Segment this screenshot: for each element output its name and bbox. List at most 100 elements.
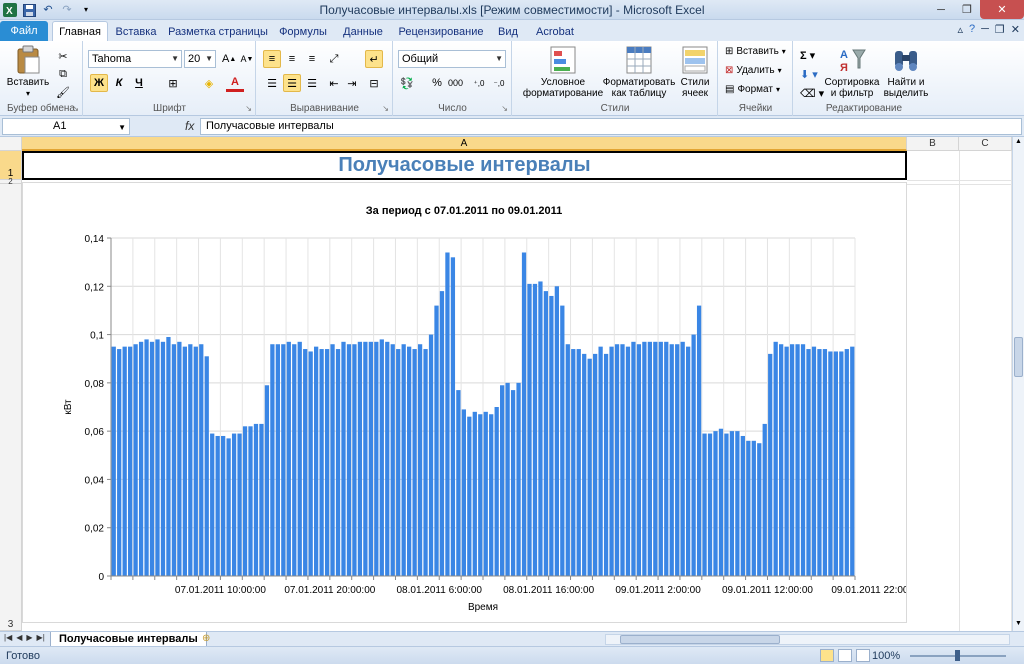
tab-insert[interactable]: Вставка [112, 23, 160, 41]
tab-review[interactable]: Рецензирование [396, 23, 486, 41]
tab-formulas[interactable]: Формулы [276, 23, 330, 41]
thousands-button[interactable]: 000 [446, 74, 465, 92]
ribbon-right-icons: ▵ ? ─ ❐ ✕ [957, 23, 1020, 36]
prev-sheet-icon[interactable]: ◀ [16, 633, 22, 642]
tab-file[interactable]: Файл [0, 21, 48, 41]
delete-cells-icon: ⊠ [725, 65, 734, 76]
zoom-slider-thumb[interactable] [955, 650, 960, 661]
doc-restore-icon[interactable]: ❐ [995, 23, 1005, 36]
bar [281, 344, 286, 576]
restore-button[interactable]: ❐ [954, 0, 980, 19]
cell-a1-title[interactable]: Получасовые интервалы [22, 151, 907, 180]
insert-cells-button[interactable]: ⊞ Вставить ▾ [725, 46, 786, 57]
page-break-view-icon[interactable] [856, 649, 870, 662]
autosum-icon[interactable]: Σ ▾ [798, 46, 817, 64]
worksheet-grid[interactable]: A B C 1 2 3 Получасовые интервалы За пер… [0, 137, 1024, 631]
y-tick-label: 0,06 [85, 427, 105, 438]
font-name-value: Tahoma [92, 53, 132, 65]
decrease-decimal-icon[interactable]: ⁻,0 [490, 74, 508, 92]
normal-view-icon[interactable] [820, 649, 834, 662]
format-cells-button[interactable]: ▤ Формат ▾ [725, 84, 780, 95]
vertical-scrollbar[interactable]: ▲ ▼ [1012, 137, 1024, 631]
delete-cells-button[interactable]: ⊠ Удалить ▾ [725, 65, 782, 76]
grow-font-icon[interactable]: A ▲ [220, 50, 238, 68]
increase-indent-icon[interactable]: ⇥ [343, 74, 361, 92]
increase-decimal-icon[interactable]: ⁺,0 [470, 74, 488, 92]
horizontal-scrollbar[interactable] [605, 634, 1010, 645]
row-header-3[interactable]: 3 [0, 184, 22, 631]
column-header-a[interactable]: A [22, 137, 907, 151]
first-sheet-icon[interactable]: |◀ [4, 633, 12, 642]
fill-icon[interactable]: ⬇ ▾ [798, 65, 820, 83]
align-left-icon[interactable]: ☰ [263, 74, 281, 92]
doc-minimize-icon[interactable]: ─ [981, 23, 989, 36]
minimize-button[interactable]: ─ [928, 0, 954, 19]
fill-color-icon[interactable]: ◈ [200, 74, 218, 92]
next-sheet-icon[interactable]: ▶ [26, 633, 32, 642]
column-header-c[interactable]: C [959, 137, 1012, 151]
row-header-1[interactable]: 1 [0, 151, 22, 180]
copy-icon[interactable]: ⧉ [54, 65, 72, 83]
horizontal-scroll-thumb[interactable] [620, 635, 780, 644]
column-header-b[interactable]: B [907, 137, 959, 151]
conditional-formatting-button[interactable]: Условное форматирование [523, 45, 603, 99]
shrink-font-icon[interactable]: A ▼ [238, 50, 256, 68]
chart[interactable]: За период с 07.01.2011 по 09.01.2011 0 0,… [22, 182, 923, 623]
format-painter-icon[interactable]: 🖌 [54, 83, 72, 101]
align-top-icon[interactable]: ≡ [263, 50, 281, 68]
last-sheet-icon[interactable]: ▶| [37, 633, 45, 642]
scroll-up-icon[interactable]: ▲ [1014, 138, 1023, 147]
name-box[interactable]: A1 ▼ [2, 118, 130, 135]
decrease-indent-icon[interactable]: ⇤ [325, 74, 343, 92]
formula-input[interactable]: Получасовые интервалы [200, 118, 1022, 135]
bar [231, 433, 237, 576]
insert-function-icon[interactable]: fx [185, 119, 194, 133]
font-name-combo[interactable]: Tahoma ▼ [88, 50, 182, 68]
underline-button[interactable]: Ч [130, 74, 148, 92]
number-format-combo[interactable]: Общий ▼ [398, 50, 506, 68]
tab-view[interactable]: Вид [494, 23, 522, 41]
font-color-icon[interactable]: A [226, 74, 244, 92]
bar [707, 433, 713, 576]
scroll-down-icon[interactable]: ▼ [1014, 620, 1023, 629]
cell-styles-button[interactable]: Стили ячеек [675, 45, 715, 99]
font-launcher-icon[interactable]: ↘ [245, 104, 252, 113]
sheet-tab[interactable]: Получасовые интервалы [50, 632, 207, 647]
number-launcher-icon[interactable]: ↘ [501, 104, 508, 113]
align-right-icon[interactable]: ☰ [303, 74, 321, 92]
page-layout-view-icon[interactable] [838, 649, 852, 662]
alignment-launcher-icon[interactable]: ↘ [382, 104, 389, 113]
clipboard-launcher-icon[interactable]: ↘ [72, 104, 79, 113]
select-all-corner[interactable] [0, 137, 22, 151]
minimize-ribbon-icon[interactable]: ▵ [957, 23, 963, 36]
cut-icon[interactable]: ✂ [54, 47, 72, 65]
vertical-scroll-thumb[interactable] [1014, 337, 1023, 377]
help-icon[interactable]: ? [969, 23, 975, 36]
tab-page-layout[interactable]: Разметка страницы [168, 23, 268, 41]
format-as-table-button[interactable]: Форматировать как таблицу [603, 45, 675, 99]
borders-icon[interactable]: ⊞ [164, 74, 182, 92]
percent-button[interactable]: % [428, 74, 446, 92]
paste-button[interactable]: Вставить ▾ [6, 45, 50, 99]
bar [374, 341, 379, 576]
align-bottom-icon[interactable]: ≡ [303, 50, 321, 68]
tab-data[interactable]: Данные [338, 23, 388, 41]
align-middle-icon[interactable]: ≡ [283, 50, 301, 68]
tab-acrobat[interactable]: Acrobat [530, 23, 580, 41]
zoom-level[interactable]: 100% [872, 650, 900, 662]
wrap-text-icon[interactable]: ↵ [365, 50, 383, 68]
align-center-icon[interactable]: ☰ [283, 74, 301, 92]
merge-center-icon[interactable]: ⊟ [365, 74, 383, 92]
sort-filter-button[interactable]: АЯ Сортировка и фильтр [822, 45, 882, 99]
bold-button[interactable]: Ж [90, 74, 108, 92]
close-button[interactable]: ✕ [980, 0, 1024, 19]
italic-button[interactable]: К [110, 74, 128, 92]
tab-home[interactable]: Главная [52, 21, 108, 42]
currency-icon[interactable]: 💱 [398, 74, 416, 92]
font-size-combo[interactable]: 20 ▼ [184, 50, 216, 68]
insert-sheet-icon[interactable]: ⊕ [202, 633, 210, 644]
find-select-button[interactable]: Найти и выделить [882, 45, 930, 99]
doc-close-icon[interactable]: ✕ [1011, 23, 1020, 36]
orientation-icon[interactable]: ⤢ [325, 50, 343, 68]
bar [357, 341, 363, 576]
